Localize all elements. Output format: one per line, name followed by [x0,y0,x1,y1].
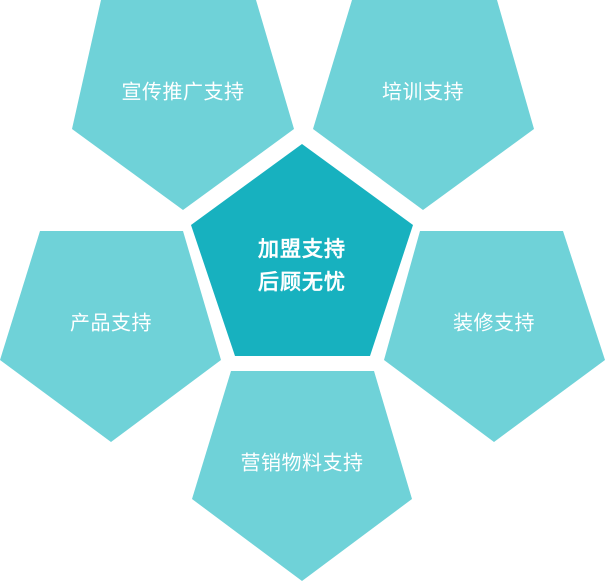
center-label: 加盟支持 后顾无忧 [258,233,346,299]
petal-label-marketing: 营销物料支持 [240,450,364,475]
petal-label-training: 培训支持 [382,79,464,104]
center-label-line2: 后顾无忧 [258,270,346,294]
pentagon-decoration [384,231,605,442]
petal-label-product: 产品支持 [70,310,152,335]
pentagon-marketing [192,371,412,581]
petal-label-publicity: 宣传推广支持 [121,79,245,104]
pentagon-product [0,231,221,442]
petal-label-decoration: 装修支持 [453,310,535,335]
center-label-line1: 加盟支持 [258,237,346,261]
support-diagram: 宣传推广支持 培训支持 产品支持 装修支持 营销物料支持 加盟支持 后顾无忧 [0,0,605,582]
